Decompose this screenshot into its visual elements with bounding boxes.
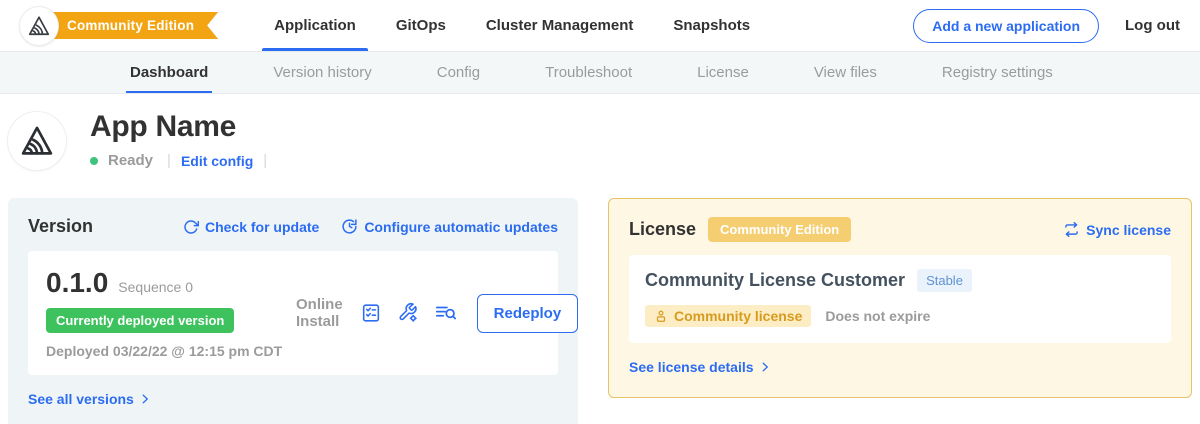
edit-config-wrench-icon[interactable]	[397, 302, 419, 324]
edit-config-link[interactable]: Edit config	[181, 153, 253, 169]
license-card-title: License	[629, 219, 696, 240]
subnav-registry-settings[interactable]: Registry settings	[942, 52, 1053, 93]
status-dot	[90, 157, 98, 165]
sequence-label: Sequence 0	[118, 279, 193, 295]
replicated-logo-badge	[20, 7, 58, 45]
subnav-version-history[interactable]: Version history	[273, 52, 371, 93]
dashboard-content: Version Check for update	[0, 190, 1200, 424]
tab-application[interactable]: Application	[262, 0, 368, 51]
subnav-troubleshoot[interactable]: Troubleshoot	[545, 52, 632, 93]
license-type-chip: Community license	[645, 305, 811, 327]
tab-cluster-management[interactable]: Cluster Management	[474, 0, 646, 51]
deployed-timestamp: Deployed 03/22/22 @ 12:15 pm CDT	[46, 343, 296, 359]
logout-button[interactable]: Log out	[1125, 17, 1180, 34]
sync-arrows-icon	[1063, 221, 1080, 238]
check-for-update-link[interactable]: Check for update	[183, 219, 319, 235]
clock-refresh-icon	[341, 218, 358, 235]
see-all-versions-link[interactable]: See all versions	[28, 391, 151, 407]
customer-name: Community License Customer	[645, 270, 905, 291]
divider: |	[263, 152, 267, 169]
app-header: App Name Ready | Edit config |	[0, 94, 1200, 190]
redeploy-button[interactable]: Redeploy	[477, 294, 579, 333]
install-type-label: Online Install	[296, 296, 343, 330]
view-diff-icon[interactable]	[434, 302, 458, 324]
community-edition-ribbon: Community Edition	[39, 12, 218, 39]
top-navigation: Application GitOps Cluster Management Sn…	[262, 0, 762, 51]
version-number: 0.1.0	[46, 267, 108, 299]
see-license-details-link[interactable]: See license details	[629, 359, 771, 375]
app-status-row: Ready | Edit config |	[90, 152, 267, 169]
version-card: Version Check for update	[8, 198, 578, 424]
person-icon	[654, 309, 668, 323]
chevron-right-icon	[139, 393, 151, 405]
preflight-checks-icon[interactable]	[360, 302, 382, 324]
refresh-icon	[183, 219, 199, 235]
app-name-title: App Name	[90, 110, 267, 144]
status-label: Ready	[108, 152, 153, 169]
current-version-panel: 0.1.0 Sequence 0 Currently deployed vers…	[28, 251, 558, 375]
subnav-view-files[interactable]: View files	[814, 52, 877, 93]
divider: |	[167, 152, 171, 169]
add-new-application-button[interactable]: Add a new application	[913, 9, 1099, 43]
app-logo-icon	[19, 123, 55, 159]
license-card: License Community Edition Sync license C…	[608, 198, 1192, 398]
license-expiry: Does not expire	[825, 308, 930, 324]
tab-gitops[interactable]: GitOps	[384, 0, 458, 51]
app-sub-navigation: Dashboard Version history Config Trouble…	[0, 52, 1200, 94]
license-details-panel: Community License Customer Stable Commun…	[629, 255, 1171, 343]
community-edition-badge: Community Edition	[708, 217, 851, 242]
subnav-config[interactable]: Config	[437, 52, 480, 93]
channel-badge: Stable	[917, 269, 972, 292]
replicated-logo-icon	[27, 14, 51, 38]
app-avatar	[8, 112, 66, 170]
configure-automatic-updates-link[interactable]: Configure automatic updates	[341, 218, 558, 235]
subnav-license[interactable]: License	[697, 52, 749, 93]
tab-snapshots[interactable]: Snapshots	[661, 0, 762, 51]
currently-deployed-badge: Currently deployed version	[46, 308, 234, 333]
brand: Community Edition	[20, 7, 218, 45]
top-header: Community Edition Application GitOps Clu…	[0, 0, 1200, 52]
sync-license-link[interactable]: Sync license	[1063, 221, 1171, 238]
chevron-right-icon	[759, 361, 771, 373]
header-actions: Add a new application Log out	[913, 9, 1180, 43]
version-card-title: Version	[28, 216, 93, 237]
subnav-dashboard[interactable]: Dashboard	[130, 52, 208, 93]
